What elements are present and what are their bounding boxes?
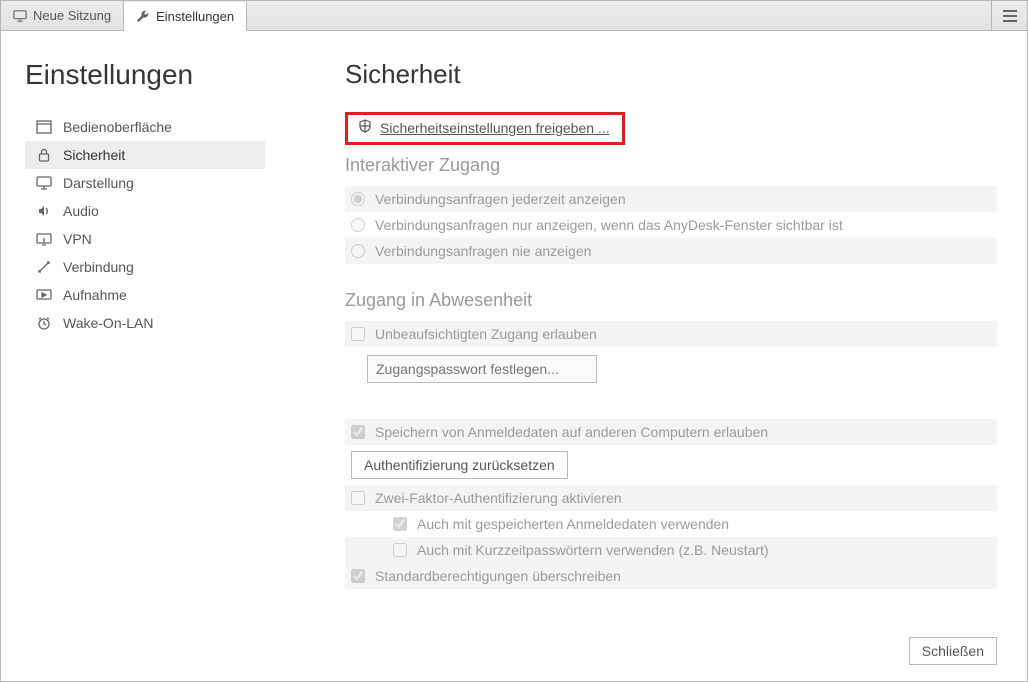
monitor-icon: [13, 9, 27, 23]
checkbox-store-credentials-input[interactable]: [351, 425, 365, 439]
sidebar-item-connection[interactable]: Verbindung: [25, 253, 265, 281]
checkbox-unattended[interactable]: Unbeaufsichtigten Zugang erlauben: [345, 321, 997, 347]
radio-show-always[interactable]: Verbindungsanfragen jederzeit anzeigen: [345, 186, 997, 212]
checkbox-store-credentials-label: Speichern von Anmeldedaten auf anderen C…: [375, 424, 768, 440]
tab-new-session[interactable]: Neue Sitzung: [1, 1, 124, 30]
ui-icon: [35, 120, 53, 134]
radio-show-when-visible[interactable]: Verbindungsanfragen nur anzeigen, wenn d…: [345, 212, 997, 238]
sidebar-item-recording[interactable]: Aufnahme: [25, 281, 265, 309]
sidebar-item-label: Audio: [63, 203, 99, 219]
vpn-icon: [35, 232, 53, 246]
hamburger-icon: [1002, 9, 1018, 23]
connection-icon: [35, 260, 53, 274]
settings-heading: Einstellungen: [25, 49, 325, 113]
sidebar-item-wol[interactable]: Wake-On-LAN: [25, 309, 265, 337]
reset-auth-row: Authentifizierung zurücksetzen: [351, 451, 997, 479]
radio-show-never[interactable]: Verbindungsanfragen nie anzeigen: [345, 238, 997, 264]
checkbox-2fa-shortpw-label: Auch mit Kurzzeitpasswörtern verwenden (…: [417, 542, 769, 558]
tab-bar: Neue Sitzung Einstellungen: [1, 1, 1027, 31]
radio-show-when-visible-label: Verbindungsanfragen nur anzeigen, wenn d…: [375, 217, 843, 233]
sidebar-item-audio[interactable]: Audio: [25, 197, 265, 225]
lock-icon: [35, 148, 53, 162]
radio-show-always-label: Verbindungsanfragen jederzeit anzeigen: [375, 191, 626, 207]
settings-page: Sicherheit Sicherheitseinstellungen frei…: [345, 49, 1003, 665]
checkbox-2fa-input[interactable]: [351, 491, 365, 505]
settings-scrollpane[interactable]: Sicherheitseinstellungen freigeben ... I…: [345, 112, 1003, 625]
checkbox-2fa-label: Zwei-Faktor-Authentifizierung aktivieren: [375, 490, 622, 506]
unattended-password-input[interactable]: [367, 355, 597, 383]
checkbox-2fa-saved-creds[interactable]: Auch mit gespeicherten Anmeldedaten verw…: [345, 511, 997, 537]
reset-auth-button[interactable]: Authentifizierung zurücksetzen: [351, 451, 568, 479]
sidebar-item-label: Darstellung: [63, 175, 134, 191]
sidebar-item-label: Wake-On-LAN: [63, 315, 154, 331]
sidebar-item-label: VPN: [63, 231, 92, 247]
unlock-security-link[interactable]: Sicherheitseinstellungen freigeben ...: [352, 117, 616, 138]
checkbox-unattended-input[interactable]: [351, 327, 365, 341]
close-button[interactable]: Schließen: [909, 637, 997, 665]
section-interactive-access: Interaktiver Zugang: [345, 155, 997, 176]
sidebar-item-display[interactable]: Darstellung: [25, 169, 265, 197]
recording-icon: [35, 288, 53, 302]
checkbox-unattended-label: Unbeaufsichtigten Zugang erlauben: [375, 326, 597, 342]
unattended-password-row: [367, 355, 997, 383]
sidebar-item-ui[interactable]: Bedienoberfläche: [25, 113, 265, 141]
checkbox-2fa[interactable]: Zwei-Faktor-Authentifizierung aktivieren: [345, 485, 997, 511]
checkbox-2fa-shortpw-input[interactable]: [393, 543, 407, 557]
settings-nav-column: Einstellungen Bedienoberfläche Sicherhei…: [25, 49, 325, 665]
unlock-security-label: Sicherheitseinstellungen freigeben ...: [380, 120, 610, 136]
sidebar-item-label: Verbindung: [63, 259, 134, 275]
sidebar-item-label: Aufnahme: [63, 287, 127, 303]
checkbox-store-credentials[interactable]: Speichern von Anmeldedaten auf anderen C…: [345, 419, 997, 445]
footer: Schließen: [345, 625, 1003, 665]
tab-settings[interactable]: Einstellungen: [124, 2, 247, 31]
sidebar-item-security[interactable]: Sicherheit: [25, 141, 265, 169]
checkbox-2fa-saved-creds-label: Auch mit gespeicherten Anmeldedaten verw…: [417, 516, 729, 532]
wrench-icon: [136, 9, 150, 23]
clock-icon: [35, 316, 53, 330]
sidebar-item-label: Sicherheit: [63, 147, 125, 163]
checkbox-override-permissions-input[interactable]: [351, 569, 365, 583]
radio-show-never-label: Verbindungsanfragen nie anzeigen: [375, 243, 591, 259]
sidebar-item-label: Bedienoberfläche: [63, 119, 172, 135]
settings-sidebar: Bedienoberfläche Sicherheit Darstellung …: [25, 113, 265, 337]
checkbox-2fa-saved-creds-input[interactable]: [393, 517, 407, 531]
checkbox-override-permissions[interactable]: Standardberechtigungen überschreiben: [345, 563, 997, 589]
radio-show-always-input[interactable]: [351, 192, 365, 206]
menu-button[interactable]: [991, 1, 1027, 30]
radio-show-when-visible-input[interactable]: [351, 218, 365, 232]
tab-settings-label: Einstellungen: [156, 9, 234, 24]
tabbar-spacer: [247, 1, 991, 30]
shield-icon: [358, 119, 372, 136]
content: Einstellungen Bedienoberfläche Sicherhei…: [1, 31, 1027, 681]
radio-show-never-input[interactable]: [351, 244, 365, 258]
unlock-highlight: Sicherheitseinstellungen freigeben ...: [345, 112, 625, 145]
sidebar-item-vpn[interactable]: VPN: [25, 225, 265, 253]
checkbox-override-permissions-label: Standardberechtigungen überschreiben: [375, 568, 621, 584]
checkbox-2fa-shortpw[interactable]: Auch mit Kurzzeitpasswörtern verwenden (…: [345, 537, 997, 563]
display-icon: [35, 176, 53, 190]
speaker-icon: [35, 204, 53, 218]
page-title: Sicherheit: [345, 49, 1003, 112]
tab-new-session-label: Neue Sitzung: [33, 8, 111, 23]
section-unattended-access: Zugang in Abwesenheit: [345, 290, 997, 311]
